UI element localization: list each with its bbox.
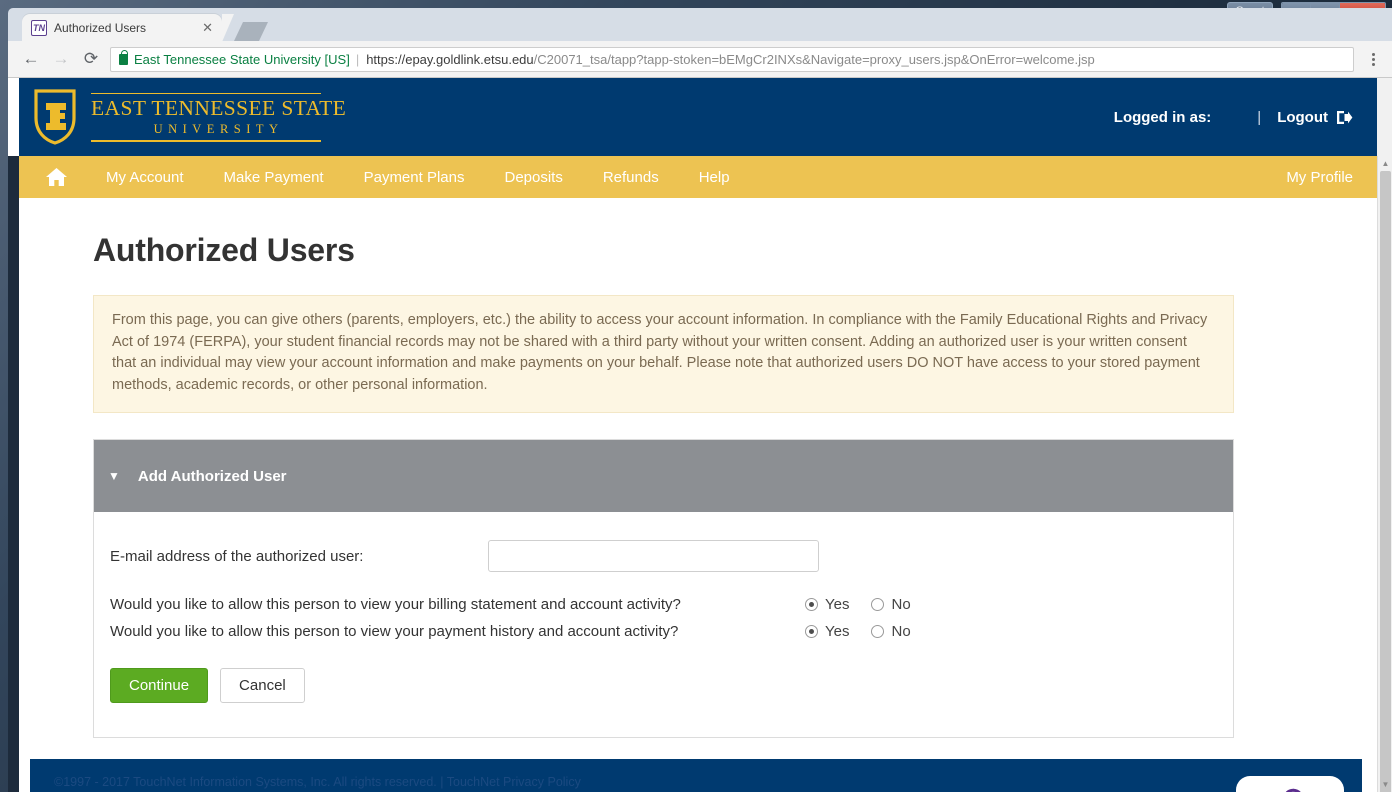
back-button[interactable]: ← xyxy=(16,45,46,73)
payment-yes-option[interactable]: Yes xyxy=(805,623,849,640)
page-content: Authorized Users From this page, you can… xyxy=(19,198,1377,738)
desktop-background: Guest ✕ TN Authorized Users ✕ xyxy=(0,0,1392,792)
logout-label: Logout xyxy=(1277,109,1328,126)
main-navigation: My Account Make Payment Payment Plans De… xyxy=(19,156,1377,198)
scrollbar-thumb[interactable] xyxy=(1380,171,1391,792)
tab-close-icon[interactable]: ✕ xyxy=(199,20,216,36)
panel-title: Add Authorized User xyxy=(138,468,287,485)
logged-in-label: Logged in as: xyxy=(1114,109,1212,126)
tab-strip: TN Authorized Users ✕ xyxy=(8,8,1392,41)
page-scrollbar[interactable]: ▲ ▼ xyxy=(1377,156,1392,792)
ferpa-notice: From this page, you can give others (par… xyxy=(93,295,1234,413)
url-domain: https://epay.goldlink.etsu.edu xyxy=(366,52,533,67)
scroll-down-arrow-icon[interactable]: ▼ xyxy=(1378,777,1392,792)
page-left-edge xyxy=(8,156,19,792)
etsu-wordmark: EAST TENNESSEE STATE UNIVERSITY xyxy=(91,93,346,142)
nav-item-make-payment[interactable]: Make Payment xyxy=(204,169,344,186)
page-viewport: EAST TENNESSEE STATE UNIVERSITY Logged i… xyxy=(8,78,1392,792)
web-page: EAST TENNESSEE STATE UNIVERSITY Logged i… xyxy=(19,78,1377,792)
tab-title: Authorized Users xyxy=(54,21,199,35)
payment-yes-radio[interactable] xyxy=(805,625,818,638)
nav-item-my-profile[interactable]: My Profile xyxy=(1286,169,1353,186)
form-actions: Continue Cancel xyxy=(110,668,1233,703)
cancel-button[interactable]: Cancel xyxy=(220,668,305,703)
email-input[interactable] xyxy=(488,540,819,572)
etsu-shield-icon xyxy=(33,88,77,146)
billing-no-option[interactable]: No xyxy=(871,596,910,613)
nav-item-refunds[interactable]: Refunds xyxy=(583,169,679,186)
billing-yes-label: Yes xyxy=(825,596,849,613)
question-payment-label: Would you like to allow this person to v… xyxy=(110,623,805,640)
add-authorized-user-panel: ▼ Add Authorized User E-mail address of … xyxy=(93,439,1234,738)
scroll-up-arrow-icon[interactable]: ▲ xyxy=(1378,156,1392,171)
url-path: /C20071_tsa/tapp?tapp-stoken=bEMgCr2INXs… xyxy=(534,52,1095,67)
nav-item-my-account[interactable]: My Account xyxy=(86,169,204,186)
panel-header[interactable]: ▼ Add Authorized User xyxy=(94,440,1233,512)
nav-item-payment-plans[interactable]: Payment Plans xyxy=(344,169,485,186)
billing-no-label: No xyxy=(891,596,910,613)
logo-line-1: EAST TENNESSEE STATE xyxy=(91,94,346,122)
lock-icon xyxy=(119,54,128,65)
browser-window: TN Authorized Users ✕ ← → ⟳ East Tenness… xyxy=(8,8,1392,792)
payment-no-option[interactable]: No xyxy=(871,623,910,640)
email-label: E-mail address of the authorized user: xyxy=(110,548,488,565)
payment-no-label: No xyxy=(891,623,910,640)
panel-body: E-mail address of the authorized user: W… xyxy=(94,512,1233,737)
email-row: E-mail address of the authorized user: xyxy=(110,540,1233,572)
logo-rule-bottom xyxy=(91,140,321,142)
question-payment-row: Would you like to allow this person to v… xyxy=(110,623,1233,640)
omnibox-separator: | xyxy=(356,52,359,67)
home-icon[interactable] xyxy=(19,167,86,187)
site-header: EAST TENNESSEE STATE UNIVERSITY Logged i… xyxy=(19,78,1377,156)
payment-yes-label: Yes xyxy=(825,623,849,640)
billing-yes-option[interactable]: Yes xyxy=(805,596,849,613)
billing-yes-radio[interactable] xyxy=(805,598,818,611)
billing-no-radio[interactable] xyxy=(871,598,884,611)
address-bar[interactable]: East Tennessee State University [US] | h… xyxy=(110,47,1354,72)
site-identity-label: East Tennessee State University [US] xyxy=(134,52,350,67)
reload-button[interactable]: ⟳ xyxy=(76,45,106,73)
nav-item-help[interactable]: Help xyxy=(679,169,750,186)
continue-button[interactable]: Continue xyxy=(110,668,208,703)
forward-button[interactable]: → xyxy=(46,45,76,73)
logo-line-2: UNIVERSITY xyxy=(91,122,346,140)
nav-items: My Account Make Payment Payment Plans De… xyxy=(19,167,750,187)
question-billing-row: Would you like to allow this person to v… xyxy=(110,596,1233,613)
header-account-area: Logged in as: | Logout xyxy=(1114,109,1353,126)
logout-link[interactable]: Logout xyxy=(1277,109,1353,126)
payment-no-radio[interactable] xyxy=(871,625,884,638)
site-footer: ©1997 - 2017 TouchNet Information System… xyxy=(30,759,1362,792)
browser-menu-icon[interactable] xyxy=(1360,53,1386,66)
nav-item-deposits[interactable]: Deposits xyxy=(484,169,582,186)
question-billing-radios: Yes No xyxy=(805,596,933,613)
question-payment-radios: Yes No xyxy=(805,623,933,640)
page-title: Authorized Users xyxy=(93,232,1331,269)
footer-copyright: ©1997 - 2017 TouchNet Information System… xyxy=(54,775,581,789)
touchnet-favicon-icon: TN xyxy=(31,20,47,36)
etsu-logo[interactable]: EAST TENNESSEE STATE UNIVERSITY xyxy=(33,88,346,146)
sign-out-icon xyxy=(1336,110,1353,125)
header-separator: | xyxy=(1257,109,1261,126)
browser-toolbar: ← → ⟳ East Tennessee State University [U… xyxy=(8,41,1392,78)
new-tab-button[interactable] xyxy=(234,22,268,41)
touchnet-logo-icon xyxy=(1236,776,1344,792)
question-billing-label: Would you like to allow this person to v… xyxy=(110,596,805,613)
tab-authorized-users[interactable]: TN Authorized Users ✕ xyxy=(22,14,222,42)
scrollbar-top-filler xyxy=(1377,78,1392,156)
chevron-down-icon: ▼ xyxy=(108,469,120,483)
